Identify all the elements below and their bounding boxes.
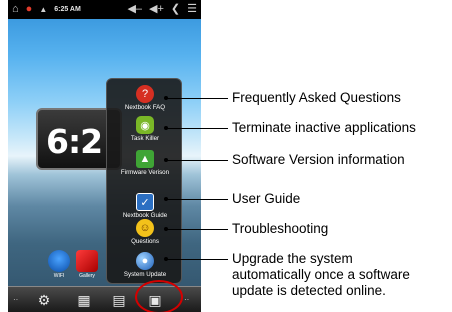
highlight-circle xyxy=(135,280,183,312)
wifi-icon: ▲ xyxy=(39,5,48,14)
menu-item-label: Firmware Verison xyxy=(120,169,170,176)
menu-item-label: System Update xyxy=(123,271,167,278)
callout-line xyxy=(166,160,228,161)
menu-item-system-update[interactable]: ● System Update xyxy=(107,252,183,282)
home-icon[interactable]: ⌂ xyxy=(12,0,19,19)
gallery-app-label: Gallery xyxy=(79,273,95,279)
questions-icon: ☺ xyxy=(136,219,154,237)
notification-icon[interactable]: ● xyxy=(26,0,33,19)
menu-item-label: Questions xyxy=(131,238,159,245)
menu-item-label: Task Killer xyxy=(130,135,160,142)
app-drawer-icon[interactable]: ▦ xyxy=(74,291,94,309)
callout-line xyxy=(166,128,228,129)
android-icon: ◉ xyxy=(136,116,154,134)
menu-item-questions[interactable]: ☺ Questions xyxy=(107,219,183,249)
nextbook-popup-menu: ? Nextbook FAQ ◉ Task Killer ▲ Firmware … xyxy=(106,78,182,284)
wifi-app-icon[interactable] xyxy=(48,250,70,272)
guide-icon: ✓ xyxy=(136,193,154,211)
clock-time: 6:2 xyxy=(46,122,103,161)
wifi-app-label: WIFI xyxy=(53,273,65,279)
gallery-app-icon[interactable] xyxy=(76,250,98,272)
volume-down-icon[interactable]: ◀– xyxy=(127,0,142,19)
callout-line xyxy=(166,229,228,230)
callout-troubleshooting: Troubleshooting xyxy=(232,221,329,236)
device-screen: ⌂ ● ▲ 6:25 AM ◀– ◀+ ❮ ☰ 6:2 WIFI Gallery… xyxy=(8,0,201,312)
status-time: 6:25 AM xyxy=(54,6,81,13)
menu-item-label: Nextbook Guide xyxy=(122,212,168,219)
faq-icon: ? xyxy=(136,85,154,103)
callout-task-killer: Terminate inactive applications xyxy=(232,120,416,135)
menu-item-task-killer[interactable]: ◉ Task Killer xyxy=(107,116,183,146)
callout-faq: Frequently Asked Questions xyxy=(232,90,401,105)
menu-item-firmware-version[interactable]: ▲ Firmware Verison xyxy=(107,150,183,180)
menu-item-label: Nextbook FAQ xyxy=(124,104,166,111)
menu-icon[interactable]: ☰ xyxy=(187,0,197,19)
status-bar: ⌂ ● ▲ 6:25 AM ◀– ◀+ ❮ ☰ xyxy=(8,0,201,19)
update-icon: ● xyxy=(136,252,154,270)
callout-line xyxy=(166,199,228,200)
back-icon[interactable]: ❮ xyxy=(171,0,180,19)
menu-item-nextbook-faq[interactable]: ? Nextbook FAQ xyxy=(107,85,183,115)
settings-icon[interactable]: ⚙ xyxy=(34,291,54,309)
dock-dots-right: ·· xyxy=(184,295,190,304)
callout-update-line-3: update is detected online. xyxy=(232,283,386,298)
callout-line xyxy=(166,259,228,260)
callout-update-line-2: automatically once a software xyxy=(232,267,410,282)
callout-firmware: Software Version information xyxy=(232,152,405,167)
dock-dots-left: ·· xyxy=(13,295,19,304)
callout-guide: User Guide xyxy=(232,191,301,206)
firmware-icon: ▲ xyxy=(136,150,154,168)
callout-update-line-1: Upgrade the system xyxy=(232,251,353,266)
callout-line xyxy=(166,98,228,99)
volume-up-icon[interactable]: ◀+ xyxy=(149,0,164,19)
book-icon[interactable]: ▤ xyxy=(109,291,129,309)
